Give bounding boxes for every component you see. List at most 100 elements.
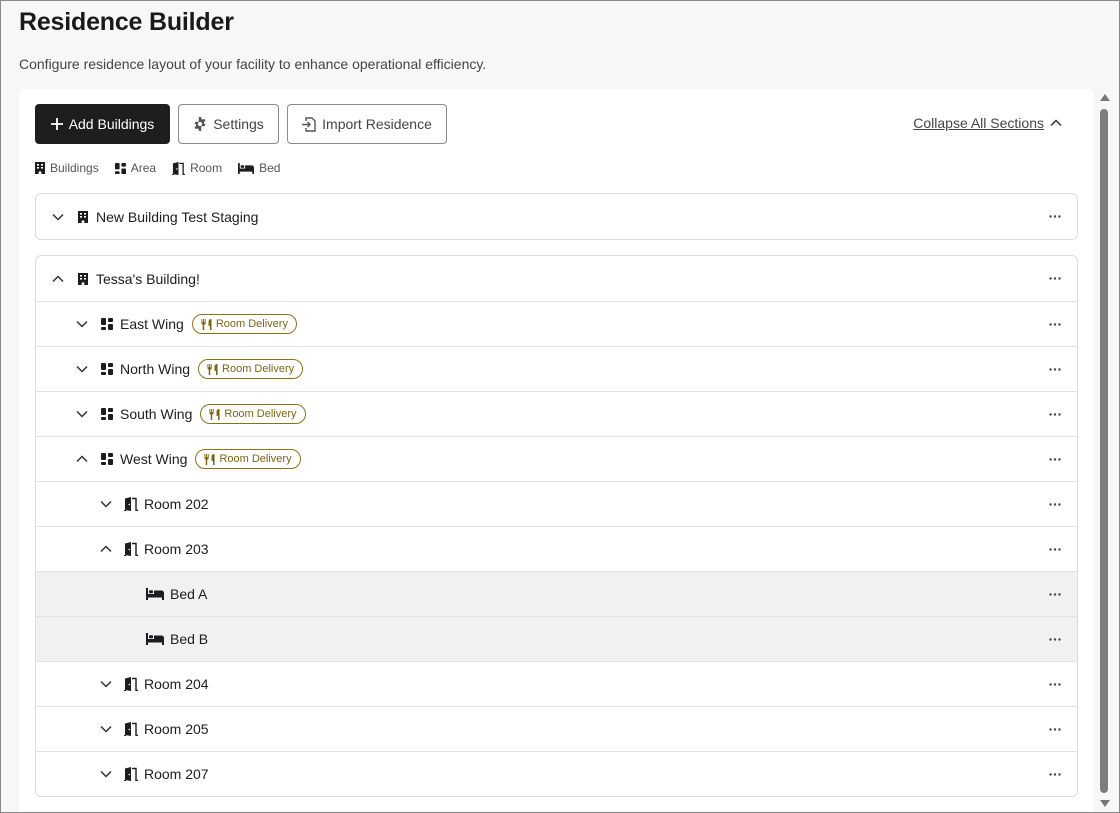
door-icon bbox=[124, 677, 138, 691]
scroll-up-arrow-icon[interactable] bbox=[1098, 91, 1112, 103]
legend-bed-label: Bed bbox=[259, 161, 281, 175]
building-name: Tessa's Building! bbox=[96, 270, 200, 287]
badge-label: Room Delivery bbox=[215, 318, 288, 330]
area-name: East Wing bbox=[120, 316, 184, 332]
gear-icon bbox=[194, 117, 206, 131]
toolbar: Add Buildings Settings Import Residence … bbox=[35, 104, 1078, 144]
more-options-icon[interactable] bbox=[1047, 541, 1063, 557]
badge-label: Room Delivery bbox=[222, 363, 295, 375]
settings-button[interactable]: Settings bbox=[178, 104, 279, 144]
scroll-down-arrow-icon[interactable] bbox=[1098, 797, 1112, 809]
more-options-icon[interactable] bbox=[1047, 766, 1063, 782]
scrollbar-thumb[interactable] bbox=[1100, 109, 1108, 793]
room-name: Room 207 bbox=[144, 766, 209, 782]
bed-row-b[interactable]: Bed B bbox=[36, 616, 1077, 661]
door-icon bbox=[124, 497, 138, 511]
utensils-icon bbox=[207, 364, 218, 375]
import-residence-button[interactable]: Import Residence bbox=[287, 104, 447, 144]
room-row-204[interactable]: Room 204 bbox=[36, 661, 1077, 706]
area-icon bbox=[100, 452, 114, 466]
more-options-icon[interactable] bbox=[1047, 586, 1063, 602]
legend-buildings-label: Buildings bbox=[50, 161, 99, 175]
bed-icon bbox=[146, 587, 164, 601]
area-name: West Wing bbox=[120, 451, 188, 467]
area-name: South Wing bbox=[120, 406, 193, 422]
chevron-up-icon[interactable] bbox=[50, 271, 66, 287]
area-row-south-wing[interactable]: South Wing Room Delivery bbox=[36, 391, 1077, 436]
import-residence-label: Import Residence bbox=[322, 116, 432, 132]
door-icon bbox=[172, 162, 185, 175]
building-row[interactable]: New Building Test Staging bbox=[36, 194, 1077, 239]
add-buildings-label: Add Buildings bbox=[68, 116, 155, 132]
chevron-up-icon[interactable] bbox=[98, 541, 114, 557]
room-row-205[interactable]: Room 205 bbox=[36, 706, 1077, 751]
room-delivery-badge: Room Delivery bbox=[200, 404, 306, 424]
area-row-west-wing[interactable]: West Wing Room Delivery bbox=[36, 436, 1077, 481]
building-card: New Building Test Staging bbox=[35, 193, 1078, 240]
room-name: Room 204 bbox=[144, 676, 209, 692]
building-icon bbox=[35, 162, 45, 174]
room-row-207[interactable]: Room 207 bbox=[36, 751, 1077, 796]
legend-room: Room bbox=[172, 161, 222, 175]
building-icon bbox=[76, 210, 90, 224]
chevron-down-icon[interactable] bbox=[50, 209, 66, 225]
area-row-east-wing[interactable]: East Wing Room Delivery bbox=[36, 301, 1077, 346]
file-import-icon bbox=[302, 116, 316, 132]
vertical-scrollbar[interactable] bbox=[1098, 91, 1112, 809]
utensils-icon bbox=[209, 409, 220, 420]
legend-buildings: Buildings bbox=[35, 161, 99, 175]
badge-label: Room Delivery bbox=[219, 453, 292, 465]
page-title: Residence Builder bbox=[19, 8, 234, 36]
badge-label: Room Delivery bbox=[224, 408, 297, 420]
bed-name: Bed B bbox=[170, 631, 209, 647]
chevron-down-icon[interactable] bbox=[74, 361, 90, 377]
more-options-icon[interactable] bbox=[1047, 451, 1063, 467]
chevron-down-icon[interactable] bbox=[98, 721, 114, 737]
building-card: Tessa's Building! East Wing Room Deliver… bbox=[35, 255, 1078, 797]
room-row-202[interactable]: Room 202 bbox=[36, 481, 1077, 526]
more-options-icon[interactable] bbox=[1047, 361, 1063, 377]
settings-label: Settings bbox=[213, 116, 264, 132]
building-name: New Building Test Staging bbox=[96, 208, 259, 225]
area-icon bbox=[100, 362, 114, 376]
utensils-icon bbox=[201, 319, 212, 330]
chevron-down-icon[interactable] bbox=[74, 316, 90, 332]
collapse-all-label: Collapse All Sections bbox=[913, 115, 1044, 131]
room-row-203[interactable]: Room 203 bbox=[36, 526, 1077, 571]
residence-panel: Add Buildings Settings Import Residence … bbox=[19, 89, 1094, 811]
add-buildings-button[interactable]: Add Buildings bbox=[35, 104, 170, 144]
page-subtitle: Configure residence layout of your facil… bbox=[19, 56, 487, 72]
area-row-north-wing[interactable]: North Wing Room Delivery bbox=[36, 346, 1077, 391]
more-options-icon[interactable] bbox=[1047, 316, 1063, 332]
more-options-icon[interactable] bbox=[1047, 270, 1063, 286]
utensils-icon bbox=[204, 454, 215, 465]
legend-bed: Bed bbox=[238, 161, 280, 175]
collapse-all-link[interactable]: Collapse All Sections bbox=[913, 115, 1062, 131]
building-icon bbox=[76, 272, 90, 286]
bed-icon bbox=[146, 632, 164, 646]
room-delivery-badge: Room Delivery bbox=[195, 449, 301, 469]
chevron-up-icon[interactable] bbox=[74, 451, 90, 467]
chevron-down-icon[interactable] bbox=[98, 766, 114, 782]
more-options-icon[interactable] bbox=[1047, 496, 1063, 512]
more-options-icon[interactable] bbox=[1047, 676, 1063, 692]
legend-area: Area bbox=[115, 161, 156, 175]
area-icon bbox=[115, 163, 126, 174]
plus-icon bbox=[50, 118, 63, 130]
door-icon bbox=[124, 722, 138, 736]
building-row[interactable]: Tessa's Building! bbox=[36, 256, 1077, 301]
chevron-down-icon[interactable] bbox=[98, 496, 114, 512]
more-options-icon[interactable] bbox=[1047, 721, 1063, 737]
door-icon bbox=[124, 542, 138, 556]
bed-row-a[interactable]: Bed A bbox=[36, 571, 1077, 616]
more-options-icon[interactable] bbox=[1047, 631, 1063, 647]
area-icon bbox=[100, 317, 114, 331]
chevron-down-icon[interactable] bbox=[98, 676, 114, 692]
icon-legend: Buildings Area Room Bed bbox=[35, 161, 280, 175]
more-options-icon[interactable] bbox=[1047, 406, 1063, 422]
more-options-icon[interactable] bbox=[1047, 208, 1063, 224]
legend-area-label: Area bbox=[130, 161, 157, 175]
legend-room-label: Room bbox=[190, 161, 223, 175]
chevron-down-icon[interactable] bbox=[74, 406, 90, 422]
door-icon bbox=[124, 767, 138, 781]
